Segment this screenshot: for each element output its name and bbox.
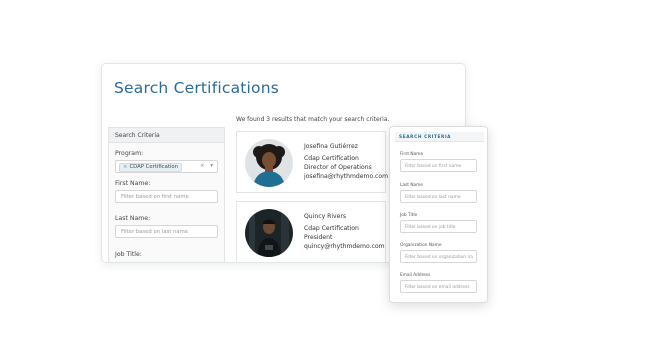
mobile-job-title-input[interactable]: Filter based on job title	[400, 220, 477, 233]
result-job-title: Director of Operations	[304, 164, 372, 171]
mobile-search-criteria-card: SEARCH CRITERIA First Name Filter based …	[389, 126, 488, 303]
avatar	[245, 209, 293, 257]
mobile-organization-label: Organization Name	[400, 243, 442, 248]
first-name-input[interactable]: Filter based on first name	[115, 190, 218, 203]
program-chip-label: CDAP Certification	[129, 164, 178, 170]
first-name-label: First Name:	[115, 180, 151, 187]
mobile-search-criteria-header: SEARCH CRITERIA	[395, 132, 484, 142]
last-name-label: Last Name:	[115, 215, 151, 222]
result-name: Quincy Rivers	[304, 213, 347, 220]
program-select[interactable]: × CDAP Certification × ▾	[115, 160, 218, 173]
result-email[interactable]: josefina@rhythmdemo.com	[304, 173, 388, 180]
mobile-job-title-label: Job Title	[400, 213, 418, 218]
mobile-last-name-input[interactable]: Filter based on last name	[400, 190, 477, 203]
page-title: Search Certifications	[114, 79, 280, 97]
last-name-input[interactable]: Filter based on last name	[115, 225, 218, 238]
select-controls: × ▾	[200, 163, 213, 169]
mobile-first-name-input[interactable]: Filter based on first name	[400, 159, 477, 172]
job-title-label: Job Title:	[115, 251, 142, 258]
mobile-last-name-label: Last Name	[400, 183, 423, 188]
search-criteria-panel: Search Criteria Program: × CDAP Certifica…	[108, 127, 225, 262]
mobile-email-input[interactable]: Filter based on email address	[400, 280, 477, 293]
mobile-first-name-label: First Name	[400, 152, 424, 157]
search-criteria-header: Search Criteria	[109, 128, 224, 143]
result-card[interactable]: Josefina Gutiérrez Cdap Certification Di…	[236, 131, 388, 193]
clear-icon[interactable]: ×	[200, 163, 205, 169]
chevron-down-icon[interactable]: ▾	[210, 163, 213, 169]
result-certification: Cdap Certification	[304, 225, 359, 232]
program-chip: × CDAP Certification	[119, 163, 182, 172]
result-job-title: President	[304, 234, 333, 241]
stage: Search Certifications Search Criteria Pr…	[0, 0, 665, 350]
result-name: Josefina Gutiérrez	[304, 143, 358, 150]
mobile-organization-input[interactable]: Filter based on organization na	[400, 250, 477, 263]
result-certification: Cdap Certification	[304, 155, 359, 162]
avatar	[245, 139, 293, 187]
mobile-email-label: Email Address	[400, 273, 431, 278]
result-email[interactable]: quincy@rhythmdemo.com	[304, 243, 385, 250]
chip-remove-icon[interactable]: ×	[123, 164, 127, 170]
results-summary: We found 3 results that match your searc…	[236, 116, 390, 123]
result-card[interactable]: Quincy Rivers Cdap Certification Preside…	[236, 201, 386, 262]
program-label: Program:	[115, 150, 144, 157]
